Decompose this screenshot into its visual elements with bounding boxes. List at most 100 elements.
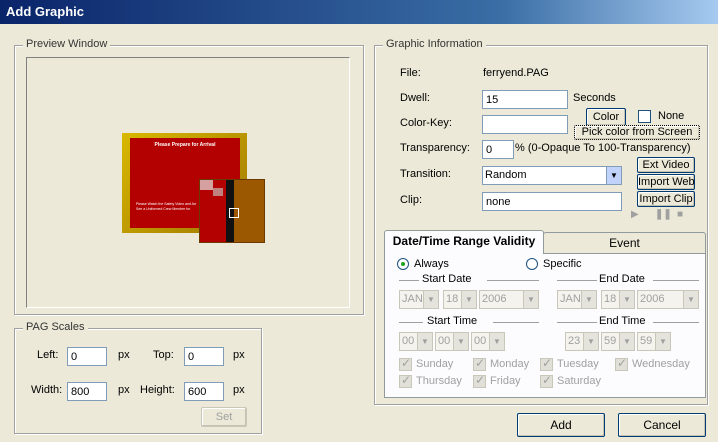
start-time-label: Start Time xyxy=(427,315,478,327)
always-radio[interactable] xyxy=(397,258,409,270)
chevron-down-icon[interactable]: ▼ xyxy=(619,291,634,308)
end-day-value: 18 xyxy=(604,293,617,305)
transition-value: Random xyxy=(485,169,527,181)
left-input[interactable]: 0 xyxy=(67,347,107,366)
dwell-unit: Seconds xyxy=(573,92,616,104)
play-icon[interactable]: ▶ xyxy=(631,209,639,220)
left-label: Left: xyxy=(37,349,59,361)
end-day-select[interactable]: 18 ▼ xyxy=(601,290,635,309)
pag-scales-title: PAG Scales xyxy=(23,321,88,333)
set-button[interactable]: Set xyxy=(201,407,247,427)
preview-group-title: Preview Window xyxy=(23,38,111,50)
monday-label: Monday xyxy=(490,358,530,370)
preview-crosshair[interactable] xyxy=(229,208,239,218)
transparency-input[interactable]: 0 xyxy=(482,140,514,159)
stop-icon[interactable]: ■ xyxy=(677,209,683,220)
chevron-down-icon[interactable]: ▼ xyxy=(453,333,468,350)
end-minute-select[interactable]: 59 ▼ xyxy=(601,332,635,351)
chevron-down-icon[interactable]: ▼ xyxy=(417,333,432,350)
preview-overlay-pixel-b xyxy=(213,188,223,196)
specific-label: Specific xyxy=(543,258,582,270)
tuesday-checkbox[interactable] xyxy=(540,356,553,371)
chevron-down-icon[interactable]: ▼ xyxy=(581,291,596,308)
start-day-value: 18 xyxy=(446,293,459,305)
color-button[interactable]: Color xyxy=(586,108,626,126)
transition-select[interactable]: Random ▼ xyxy=(482,166,622,185)
end-minute-value: 59 xyxy=(604,335,617,347)
end-date-label: End Date xyxy=(599,273,645,285)
import-clip-button[interactable]: Import Clip xyxy=(637,191,695,207)
sunday-checkbox[interactable] xyxy=(399,356,412,371)
clip-input[interactable]: none xyxy=(482,192,622,211)
preview-canvas: Please Prepare for Arrival Please Watch … xyxy=(26,57,350,308)
specific-radio[interactable] xyxy=(526,258,538,270)
dwell-label: Dwell: xyxy=(400,92,430,104)
end-second-select[interactable]: 59 ▼ xyxy=(637,332,671,351)
start-day-select[interactable]: 18 ▼ xyxy=(443,290,477,309)
start-hour-select[interactable]: 00 ▼ xyxy=(399,332,433,351)
chevron-down-icon[interactable]: ▼ xyxy=(683,291,698,308)
end-time-rule-right xyxy=(653,322,699,323)
start-minute-value: 00 xyxy=(438,335,451,347)
height-label: Height: xyxy=(140,384,175,396)
top-input[interactable]: 0 xyxy=(184,347,224,366)
width-unit: px xyxy=(118,384,130,396)
thursday-label: Thursday xyxy=(416,375,462,387)
start-second-select[interactable]: 00 ▼ xyxy=(471,332,505,351)
chevron-down-icon[interactable]: ▼ xyxy=(619,333,634,350)
pick-color-button[interactable]: Pick color from Screen xyxy=(574,125,700,140)
end-time-rule-left xyxy=(557,322,597,323)
window-title: Add Graphic xyxy=(6,4,85,19)
wednesday-checkbox[interactable] xyxy=(615,356,628,371)
none-checkbox[interactable] xyxy=(638,110,651,123)
end-hour-value: 23 xyxy=(568,335,581,347)
tab-date-time-validity[interactable]: Date/Time Range Validity xyxy=(384,230,544,254)
cancel-button[interactable]: Cancel xyxy=(618,413,706,437)
start-year-select[interactable]: 2006 ▼ xyxy=(479,290,539,309)
friday-checkbox[interactable] xyxy=(473,373,486,388)
start-date-rule-right xyxy=(487,280,539,281)
start-month-select[interactable]: JAN ▼ xyxy=(399,290,439,309)
start-minute-select[interactable]: 00 ▼ xyxy=(435,332,469,351)
none-label: None xyxy=(658,110,685,122)
height-input[interactable]: 600 xyxy=(184,382,224,401)
saturday-label: Saturday xyxy=(557,375,602,387)
chevron-down-icon[interactable]: ▼ xyxy=(523,291,538,308)
colorkey-input[interactable] xyxy=(482,115,568,134)
tab-event[interactable]: Event xyxy=(543,232,706,254)
width-input[interactable]: 800 xyxy=(67,382,107,401)
saturday-checkbox[interactable] xyxy=(540,373,553,388)
start-time-rule-right xyxy=(493,322,539,323)
ext-video-button[interactable]: Ext Video xyxy=(637,157,695,173)
file-value: ferryend.PAG xyxy=(483,67,549,79)
chevron-down-icon[interactable]: ▼ xyxy=(583,333,598,350)
end-date-rule-right xyxy=(653,280,699,281)
title-bar: Add Graphic xyxy=(0,0,718,24)
file-label: File: xyxy=(400,67,421,79)
width-label: Width: xyxy=(31,384,63,396)
chevron-down-icon[interactable]: ▼ xyxy=(655,333,670,350)
transparency-label: Transparency: xyxy=(400,142,470,154)
preview-group: Preview Window Please Prepare for Arriva… xyxy=(14,38,364,315)
end-month-select[interactable]: JAN ▼ xyxy=(557,290,597,309)
chevron-down-icon[interactable]: ▼ xyxy=(606,167,621,184)
chevron-down-icon[interactable]: ▼ xyxy=(489,333,504,350)
top-unit: px xyxy=(233,349,245,361)
transparency-hint: % (0-Opaque To 100-Transparency) xyxy=(515,142,691,154)
thursday-checkbox[interactable] xyxy=(399,373,412,388)
chevron-down-icon[interactable]: ▼ xyxy=(423,291,438,308)
height-unit: px xyxy=(233,384,245,396)
graphic-info-title: Graphic Information xyxy=(383,38,486,50)
end-year-select[interactable]: 2006 ▼ xyxy=(637,290,699,309)
dwell-input[interactable]: 15 xyxy=(482,90,568,109)
end-month-value: JAN xyxy=(560,293,581,305)
add-button[interactable]: Add xyxy=(517,413,605,437)
end-hour-select[interactable]: 23 ▼ xyxy=(565,332,599,351)
chevron-down-icon[interactable]: ▼ xyxy=(461,291,476,308)
end-second-value: 59 xyxy=(640,335,653,347)
validity-panel: Always Specific Start Date End Date JAN ▼… xyxy=(384,253,706,398)
import-web-button[interactable]: Import Web xyxy=(637,174,695,190)
monday-checkbox[interactable] xyxy=(473,356,486,371)
pag-scales-group: PAG Scales Left: 0 px Top: 0 px Width: 8… xyxy=(14,321,262,434)
pause-icon[interactable]: ❚❚ xyxy=(655,209,672,220)
